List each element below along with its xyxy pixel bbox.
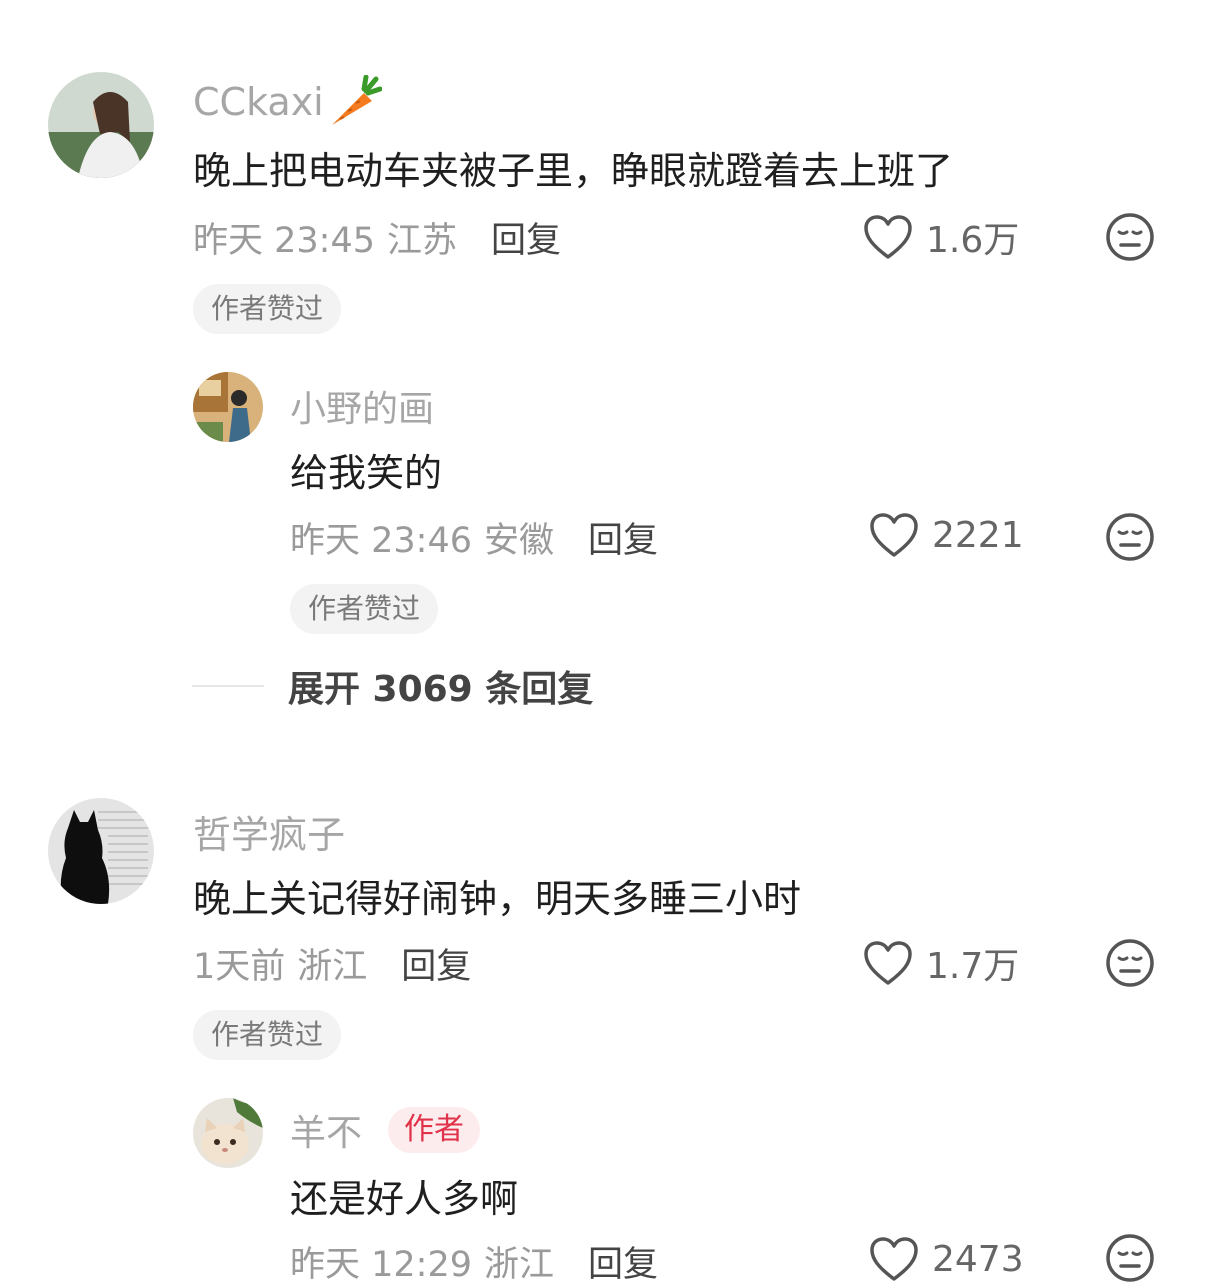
timestamp: 昨天 12:29 — [290, 1245, 472, 1283]
author-liked-badge: 作者赞过 — [290, 584, 439, 634]
expand-replies-label: 展开 3069 条回复 — [288, 669, 594, 710]
carrot-emoji — [328, 75, 382, 129]
heart-icon — [870, 1237, 918, 1281]
comment-text: 还是好人多啊 — [290, 1177, 519, 1221]
comment-meta: 昨天 23:46 安徽 回复 — [290, 512, 658, 563]
heart-icon — [864, 941, 912, 985]
dislike-face-icon[interactable] — [1105, 512, 1155, 562]
comment-meta: 昨天 12:29 浙江 回复 — [290, 1236, 658, 1283]
author-tag: 作者 — [388, 1107, 481, 1153]
like-count: 1.7万 — [926, 946, 1020, 987]
location: 浙江 — [484, 1245, 555, 1283]
like-button[interactable]: 2473 — [868, 1235, 1024, 1283]
like-count: 2221 — [932, 514, 1024, 556]
timestamp: 1天前 — [193, 947, 286, 987]
reply-button[interactable]: 回复 — [588, 1236, 658, 1283]
dislike-face-icon[interactable] — [1105, 212, 1155, 262]
location: 浙江 — [297, 947, 368, 987]
avatar[interactable] — [193, 1098, 263, 1168]
author-liked-badge: 作者赞过 — [193, 1010, 342, 1060]
avatar[interactable] — [48, 798, 154, 904]
username[interactable]: 小野的画 — [290, 380, 434, 432]
reply-button[interactable]: 回复 — [491, 212, 561, 263]
heart-icon — [870, 513, 918, 557]
expand-replies-button[interactable]: 展开 3069 条回复 — [192, 660, 593, 712]
dislike-face-icon[interactable] — [1105, 938, 1155, 988]
comment-list: CCkaxi 晚上把电动车夹被子里，睁眼就蹬着去上班了 昨天 23:45 江苏 … — [0, 0, 1206, 1283]
timestamp: 昨天 23:46 — [290, 521, 472, 561]
username[interactable]: 羊不 作者 — [290, 1104, 481, 1156]
comment-text: 给我笑的 — [290, 451, 443, 495]
avatar[interactable] — [193, 372, 263, 442]
like-button[interactable]: 1.6万 — [862, 211, 1019, 263]
like-count: 1.6万 — [926, 220, 1020, 261]
reply-button[interactable]: 回复 — [401, 938, 471, 989]
comment-meta: 1天前 浙江 回复 — [193, 938, 471, 989]
avatar[interactable] — [48, 72, 154, 178]
divider — [192, 685, 264, 687]
username[interactable]: CCkaxi — [193, 75, 382, 129]
location: 安徽 — [484, 521, 555, 561]
dislike-face-icon[interactable] — [1105, 1233, 1155, 1283]
reply-button[interactable]: 回复 — [588, 512, 658, 563]
comment-text: 晚上把电动车夹被子里，睁眼就蹬着去上班了 — [193, 149, 954, 193]
heart-icon — [864, 215, 912, 259]
comment-meta: 昨天 23:45 江苏 回复 — [193, 212, 561, 263]
comment-text: 晚上关记得好闹钟，明天多睡三小时 — [193, 877, 802, 921]
author-liked-badge: 作者赞过 — [193, 284, 342, 334]
like-count: 2473 — [932, 1238, 1024, 1280]
location: 江苏 — [387, 221, 458, 261]
username[interactable]: 哲学疯子 — [193, 804, 345, 859]
like-button[interactable]: 1.7万 — [862, 937, 1019, 989]
like-button[interactable]: 2221 — [868, 511, 1024, 559]
timestamp: 昨天 23:45 — [193, 221, 375, 261]
